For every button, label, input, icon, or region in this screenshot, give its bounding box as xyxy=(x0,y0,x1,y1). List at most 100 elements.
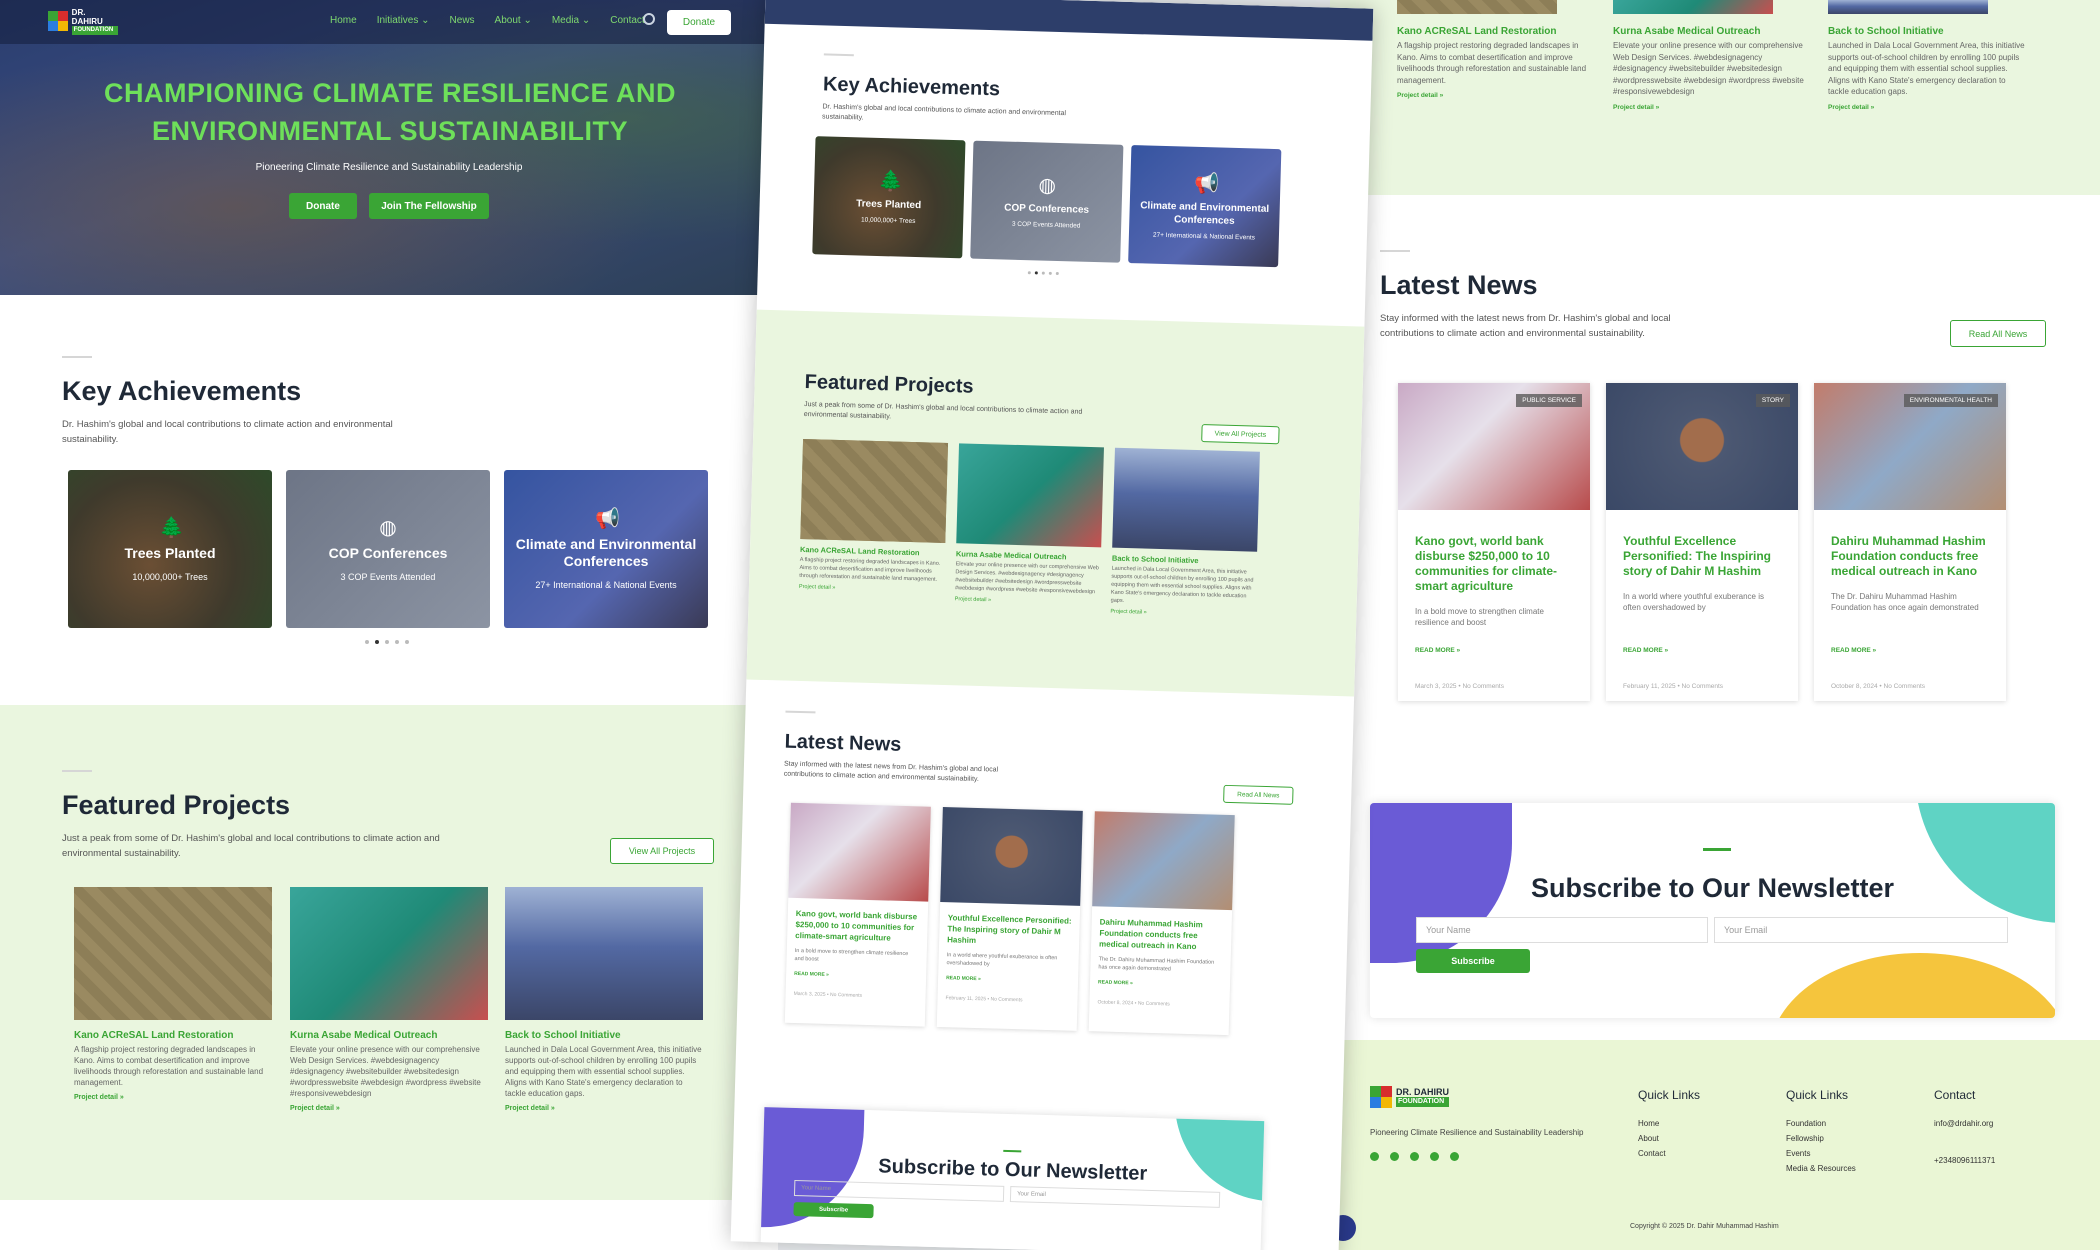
news-card[interactable]: Public Service Kano govt, world bank dis… xyxy=(1398,383,1590,701)
project-title[interactable]: Kano ACReSAL Land Restoration xyxy=(74,1030,272,1041)
news-card[interactable]: Youthful Excellence Personified: The Ins… xyxy=(936,807,1083,1031)
search-icon[interactable] xyxy=(643,13,655,25)
project-card[interactable]: Back to School Initiative Launched in Da… xyxy=(1828,0,2028,111)
nav-home[interactable]: Home xyxy=(330,15,357,26)
achievement-card[interactable]: 📢 Climate and Environmental Conferences … xyxy=(1128,145,1282,268)
footer-quick-links-2: Quick Links Foundation Fellowship Events… xyxy=(1786,1088,1856,1176)
project-card[interactable]: Kurna Asabe Medical Outreach Elevate you… xyxy=(955,443,1104,606)
card-title: Climate and Environmental Conferences xyxy=(515,536,697,569)
youtube-icon[interactable] xyxy=(1430,1152,1439,1161)
view-all-projects-button[interactable]: View All Projects xyxy=(610,838,714,864)
footer-link-foundation[interactable]: Foundation xyxy=(1786,1116,1856,1131)
latest-news-section: Latest News Stay informed with the lates… xyxy=(1380,250,1700,341)
carousel-dot[interactable] xyxy=(395,640,399,644)
footer-link-about[interactable]: About xyxy=(1638,1131,1700,1146)
nav-news[interactable]: News xyxy=(450,15,475,26)
achievement-card[interactable]: 🌲 Trees Planted 10,000,000+ Trees xyxy=(68,470,272,628)
carousel-dot[interactable] xyxy=(1034,271,1038,275)
instagram-icon[interactable] xyxy=(1410,1152,1419,1161)
news-title[interactable]: Dahiru Muhammad Hashim Foundation conduc… xyxy=(1814,510,2006,579)
achievement-card[interactable]: 🌲 Trees Planted 10,000,000+ Trees xyxy=(812,136,966,259)
name-field[interactable]: Your Name xyxy=(1416,917,1708,943)
carousel-dot[interactable] xyxy=(375,640,379,644)
project-desc: Launched in Dala Local Government Area, … xyxy=(1110,565,1254,605)
hero-subtitle: Pioneering Climate Resilience and Sustai… xyxy=(255,162,523,173)
carousel-dot[interactable] xyxy=(405,640,409,644)
achievement-card[interactable]: ◍ COP Conferences 3 COP Events Attended xyxy=(286,470,490,628)
project-title[interactable]: Kano ACReSAL Land Restoration xyxy=(1397,26,1597,37)
footer-link-fellowship[interactable]: Fellowship xyxy=(1786,1131,1856,1146)
news-card[interactable]: Kano govt, world bank disburse $250,000 … xyxy=(784,802,931,1027)
project-detail-link[interactable]: Project detail » xyxy=(1110,609,1255,619)
read-more-link[interactable]: READ MORE » xyxy=(1606,633,1685,654)
nav-contact[interactable]: Contact xyxy=(610,15,644,26)
news-title[interactable]: Youthful Excellence Personified: The Ins… xyxy=(939,902,1080,949)
project-detail-link[interactable]: Project detail » xyxy=(74,1094,272,1101)
contact-phone[interactable]: +2348096111371 xyxy=(1934,1153,1995,1168)
news-card[interactable]: Environmental Health Dahiru Muhammad Has… xyxy=(1814,383,2006,701)
achievement-card[interactable]: 📢 Climate and Environmental Conferences … xyxy=(504,470,708,628)
carousel-dot[interactable] xyxy=(385,640,389,644)
project-card[interactable]: Back to School Initiative Launched in Da… xyxy=(505,887,703,1112)
read-more-link[interactable]: READ MORE » xyxy=(1814,633,1893,654)
hero-strip xyxy=(764,0,1374,41)
carousel-dot[interactable] xyxy=(1055,271,1059,276)
project-title[interactable]: Kurna Asabe Medical Outreach xyxy=(1613,26,1813,37)
subscribe-button[interactable]: Subscribe xyxy=(793,1202,874,1219)
news-card[interactable]: Dahiru Muhammad Hashim Foundation conduc… xyxy=(1088,811,1235,1036)
project-detail-link[interactable]: Project detail » xyxy=(290,1105,488,1112)
carousel-dot[interactable] xyxy=(365,640,369,644)
news-card[interactable]: Story Youthful Excellence Personified: T… xyxy=(1606,383,1798,701)
email-field[interactable]: Your Email xyxy=(1714,917,2008,943)
nav-about[interactable]: About ⌄ xyxy=(495,15,532,26)
project-card[interactable]: Kano ACReSAL Land Restoration A flagship… xyxy=(74,887,272,1101)
project-title[interactable]: Kurna Asabe Medical Outreach xyxy=(290,1030,488,1041)
footer-link-events[interactable]: Events xyxy=(1786,1146,1856,1161)
site-logo[interactable]: DR. DAHIRU FOUNDATION xyxy=(48,8,118,35)
tiktok-icon[interactable] xyxy=(1450,1152,1459,1161)
contact-email[interactable]: info@drdahir.org xyxy=(1934,1116,1995,1131)
project-card[interactable]: Kano ACReSAL Land Restoration A flagship… xyxy=(799,438,949,594)
subscribe-button[interactable]: Subscribe xyxy=(1416,949,1530,973)
project-detail-link[interactable]: Project detail » xyxy=(1397,92,1597,99)
project-card[interactable]: Kurna Asabe Medical Outreach Elevate you… xyxy=(1613,0,1813,111)
project-detail-link[interactable]: Project detail » xyxy=(955,596,1100,606)
project-detail-link[interactable]: Project detail » xyxy=(1828,104,2028,111)
view-all-projects-button[interactable]: View All Projects xyxy=(1201,424,1280,445)
nav-media[interactable]: Media ⌄ xyxy=(552,15,590,26)
join-fellowship-button[interactable]: Join The Fellowship xyxy=(369,193,489,219)
project-desc: Launched in Dala Local Government Area, … xyxy=(1828,41,2025,96)
footer-logo[interactable]: DR. DAHIRU FOUNDATION xyxy=(1370,1086,1449,1108)
carousel-dot[interactable] xyxy=(1048,271,1052,275)
nav-initiatives[interactable]: Initiatives ⌄ xyxy=(377,15,430,26)
footer-link-home[interactable]: Home xyxy=(1638,1116,1700,1131)
news-title[interactable]: Dahiru Muhammad Hashim Foundation conduc… xyxy=(1091,906,1232,953)
news-title[interactable]: Kano govt, world bank disburse $250,000 … xyxy=(1398,510,1590,594)
section-title: Featured Projects xyxy=(62,790,291,820)
tree-icon: 🌲 xyxy=(878,169,904,193)
footer-link-contact[interactable]: Contact xyxy=(1638,1146,1700,1161)
project-title[interactable]: Back to School Initiative xyxy=(1828,26,2028,37)
project-desc: A flagship project restoring degraded la… xyxy=(1397,41,1587,85)
project-title[interactable]: Back to School Initiative xyxy=(505,1030,703,1041)
news-title[interactable]: Youthful Excellence Personified: The Ins… xyxy=(1606,510,1798,579)
project-detail-link[interactable]: Project detail » xyxy=(1613,104,1813,111)
read-all-news-button[interactable]: Read All News xyxy=(1950,320,2046,347)
email-field[interactable]: Your Email xyxy=(1009,1186,1221,1208)
project-card[interactable]: Back to School Initiative Launched in Da… xyxy=(1110,447,1260,619)
news-title[interactable]: Kano govt, world bank disburse $250,000 … xyxy=(787,898,928,945)
project-card[interactable]: Kurna Asabe Medical Outreach Elevate you… xyxy=(290,887,488,1112)
achievement-card[interactable]: ◍ COP Conferences 3 COP Events Attended xyxy=(970,140,1124,263)
carousel-dot[interactable] xyxy=(1041,271,1045,275)
hero-donate-button[interactable]: Donate xyxy=(289,193,357,219)
project-detail-link[interactable]: Project detail » xyxy=(505,1105,703,1112)
nav-donate-button[interactable]: Donate xyxy=(667,10,731,35)
facebook-icon[interactable] xyxy=(1370,1152,1379,1161)
carousel-dot[interactable] xyxy=(1027,271,1031,275)
project-card[interactable]: Kano ACReSAL Land Restoration A flagship… xyxy=(1397,0,1597,99)
read-all-news-button[interactable]: Read All News xyxy=(1223,784,1294,805)
project-detail-link[interactable]: Project detail » xyxy=(799,584,944,594)
footer-link-media[interactable]: Media & Resources xyxy=(1786,1161,1856,1176)
twitter-icon[interactable] xyxy=(1390,1152,1399,1161)
read-more-link[interactable]: READ MORE » xyxy=(1398,633,1477,654)
